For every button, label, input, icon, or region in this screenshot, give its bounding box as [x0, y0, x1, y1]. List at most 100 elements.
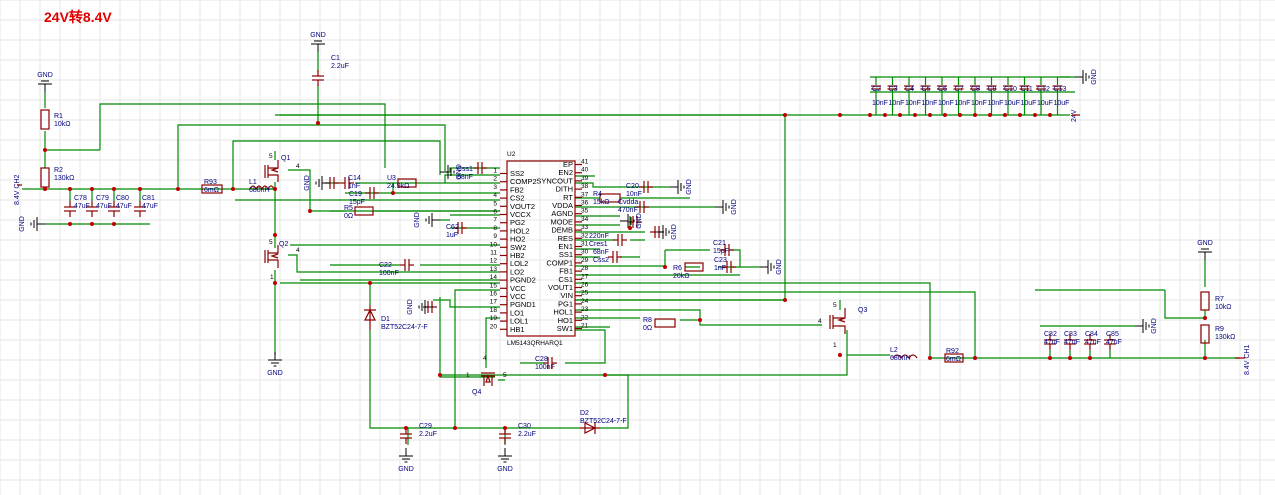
- q4-pin-gate: 4: [483, 355, 487, 362]
- component-label: 10kΩ: [54, 121, 71, 128]
- junction-dot: [928, 113, 932, 117]
- ic-pin-number: 30: [581, 249, 589, 256]
- component-label: C22: [379, 262, 392, 269]
- component-label: C81: [142, 195, 155, 202]
- junction-dot: [1048, 356, 1052, 360]
- component-label: 24.9kΩ: [387, 183, 409, 190]
- junction-dot: [913, 113, 917, 117]
- ic-pin-number: 35: [581, 208, 589, 215]
- component-label: Q4: [472, 389, 481, 396]
- junction-dot: [273, 187, 277, 191]
- junction-dot: [1018, 113, 1022, 117]
- ic-pin-number: 19: [490, 315, 498, 322]
- ic-part: LM5143QRHARQ1: [507, 340, 563, 347]
- junction-dot: [112, 187, 116, 191]
- ic-pin-number: 17: [490, 299, 498, 306]
- ground-mode: GND: [620, 213, 643, 229]
- component-label: 6mΩ: [204, 187, 219, 194]
- component-label: 1nF: [348, 183, 360, 190]
- component-label: 47uF: [1085, 339, 1101, 346]
- component-label: C78: [74, 195, 87, 202]
- schematic-title: 24V转8.4V: [44, 9, 112, 25]
- junction-dot: [176, 187, 180, 191]
- ground-c1: GND: [310, 32, 326, 52]
- component-label: 10nF: [626, 191, 642, 198]
- q2-pin-gate: 4: [296, 247, 300, 254]
- component-label: L2: [890, 347, 898, 354]
- ic-pin-number: 4: [493, 192, 497, 199]
- junction-dot: [898, 113, 902, 117]
- component-label: C21: [713, 240, 726, 247]
- component-label: C29: [419, 423, 432, 430]
- c29-symbol: [400, 428, 412, 444]
- cap-bank-value: 10uF: [1004, 100, 1020, 107]
- ic-pin-number: 3: [493, 184, 497, 191]
- cap-bank-ref: C10: [1004, 86, 1017, 93]
- junction-dot: [883, 113, 887, 117]
- component-label: 47uF: [1106, 339, 1122, 346]
- ic-pin-number: 32: [581, 232, 589, 239]
- component-label: Q2: [279, 241, 288, 248]
- component-label: 68nF: [593, 249, 609, 256]
- ic-pin-number: 26: [581, 282, 589, 289]
- component-label: R1: [54, 113, 63, 120]
- cap-bank-value: 10nF: [938, 100, 954, 107]
- ic-pin-number: 22: [581, 314, 589, 321]
- junction-dot: [973, 356, 977, 360]
- component-label: 2.2uF: [331, 63, 349, 70]
- q4-pin-drain: 5: [503, 372, 507, 379]
- junction-dot: [1033, 113, 1037, 117]
- ic-pin-number: 15: [490, 282, 498, 289]
- component-label: D1: [381, 316, 390, 323]
- junction-dot: [68, 222, 72, 226]
- cap-bank-value: 10uF: [1037, 100, 1053, 107]
- ic-pin-number: 5: [493, 200, 497, 207]
- ic-pin-number: 14: [490, 274, 498, 281]
- junction-dot: [628, 226, 632, 230]
- component-label: Css1: [457, 166, 473, 173]
- cap-bank-ref: C13: [1054, 86, 1067, 93]
- ic-pin-number: 39: [581, 175, 589, 182]
- ground-label: GND: [636, 213, 643, 229]
- cap-bank-ref: C4: [905, 86, 914, 93]
- component-label: BZT52C24-7-F: [381, 324, 428, 331]
- component-label: 220nF: [589, 233, 609, 240]
- component-label: L1: [249, 179, 257, 186]
- ic-pin-number: 28: [581, 265, 589, 272]
- junction-dot: [273, 281, 277, 285]
- junction-dot: [316, 121, 320, 125]
- component-label: C23: [714, 257, 727, 264]
- ic-pin-number: 29: [581, 257, 589, 264]
- junction-dot: [838, 353, 842, 357]
- component-label: C83: [1064, 331, 1077, 338]
- ground-c20: GND: [670, 179, 693, 195]
- ic-pin-number: 12: [490, 258, 498, 265]
- component-label: 0Ω: [643, 325, 652, 332]
- cap-bank-value: 10uF: [1021, 100, 1037, 107]
- component-label: R2: [54, 167, 63, 174]
- component-label: Cvdda: [618, 199, 638, 206]
- component-label: Css2: [593, 257, 609, 264]
- ic-pin-number: 33: [581, 224, 589, 231]
- ground-label: GND: [1091, 69, 1098, 85]
- component-label: 15pF: [713, 248, 729, 255]
- component-label: C30: [518, 423, 531, 430]
- component-label: R92: [946, 348, 959, 355]
- component-label: 1nF: [714, 265, 726, 272]
- ground-label: GND: [776, 259, 783, 275]
- ground-output-bank: GND: [1135, 318, 1158, 334]
- ground-label: GND: [267, 370, 283, 377]
- ic-pin-number: 37: [581, 191, 589, 198]
- junction-dot: [308, 209, 312, 213]
- component-label: 20kΩ: [673, 273, 690, 280]
- ground-label: GND: [407, 299, 414, 315]
- net-label-24v: 24V: [1071, 109, 1078, 122]
- junction-dot: [453, 426, 457, 430]
- ground-label: GND: [1197, 240, 1213, 247]
- junction-dot: [698, 318, 702, 322]
- junction-dot: [404, 426, 408, 430]
- junction-dot: [928, 356, 932, 360]
- component-label: R8: [643, 317, 652, 324]
- ic-pin-number: 1: [493, 168, 497, 175]
- ic-pin-name: SW1: [557, 324, 573, 333]
